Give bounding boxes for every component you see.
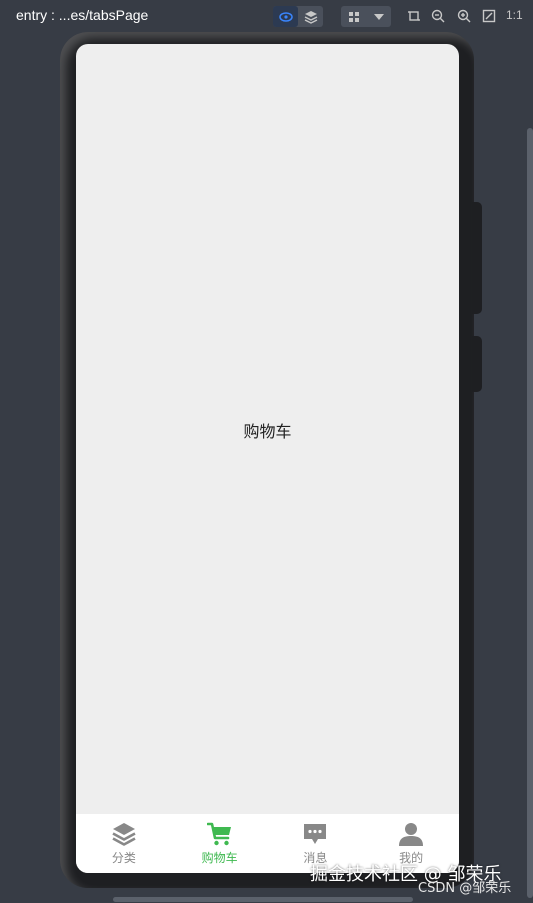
fit-screen-icon[interactable] — [480, 7, 498, 25]
layers-icon — [304, 10, 317, 24]
layers-icon — [112, 823, 136, 846]
entry-title: entry : ...es/tabsPage — [16, 7, 149, 23]
cart-icon — [206, 822, 231, 846]
view-mode-toggle — [273, 6, 323, 27]
zoom-out-icon[interactable] — [429, 7, 447, 25]
horizontal-scrollbar[interactable] — [113, 897, 413, 902]
tab-label: 分类 — [111, 851, 136, 865]
user-icon — [399, 823, 424, 846]
message-icon — [304, 824, 327, 844]
dropdown-caret-icon — [366, 6, 391, 27]
device-side-button-volume — [472, 202, 482, 314]
tab-cart[interactable]: 购物车 — [172, 814, 268, 873]
eye-icon-button[interactable] — [273, 6, 298, 27]
layout-selector[interactable] — [341, 6, 391, 27]
device-side-button-power — [472, 336, 482, 392]
crop-frame-icon[interactable] — [405, 7, 423, 25]
watermark-csdn: CSDN @邹荣乐 — [418, 881, 512, 896]
layers-icon-button[interactable] — [298, 6, 323, 27]
zoom-in-icon[interactable] — [455, 7, 473, 25]
tab-category[interactable]: 分类 — [76, 814, 172, 873]
actual-size-button[interactable]: 1:1 — [506, 8, 523, 22]
device-screen: 购物车 分类 购物车 消息 我的 — [76, 44, 459, 873]
grid-icon — [341, 6, 366, 27]
tab-content-label: 购物车 — [243, 422, 292, 441]
tab-label: 购物车 — [201, 851, 238, 865]
previewer-toolbar: entry : ...es/tabsPage 1:1 — [0, 0, 533, 32]
eye-icon — [278, 11, 293, 22]
vertical-scrollbar[interactable] — [527, 128, 533, 898]
